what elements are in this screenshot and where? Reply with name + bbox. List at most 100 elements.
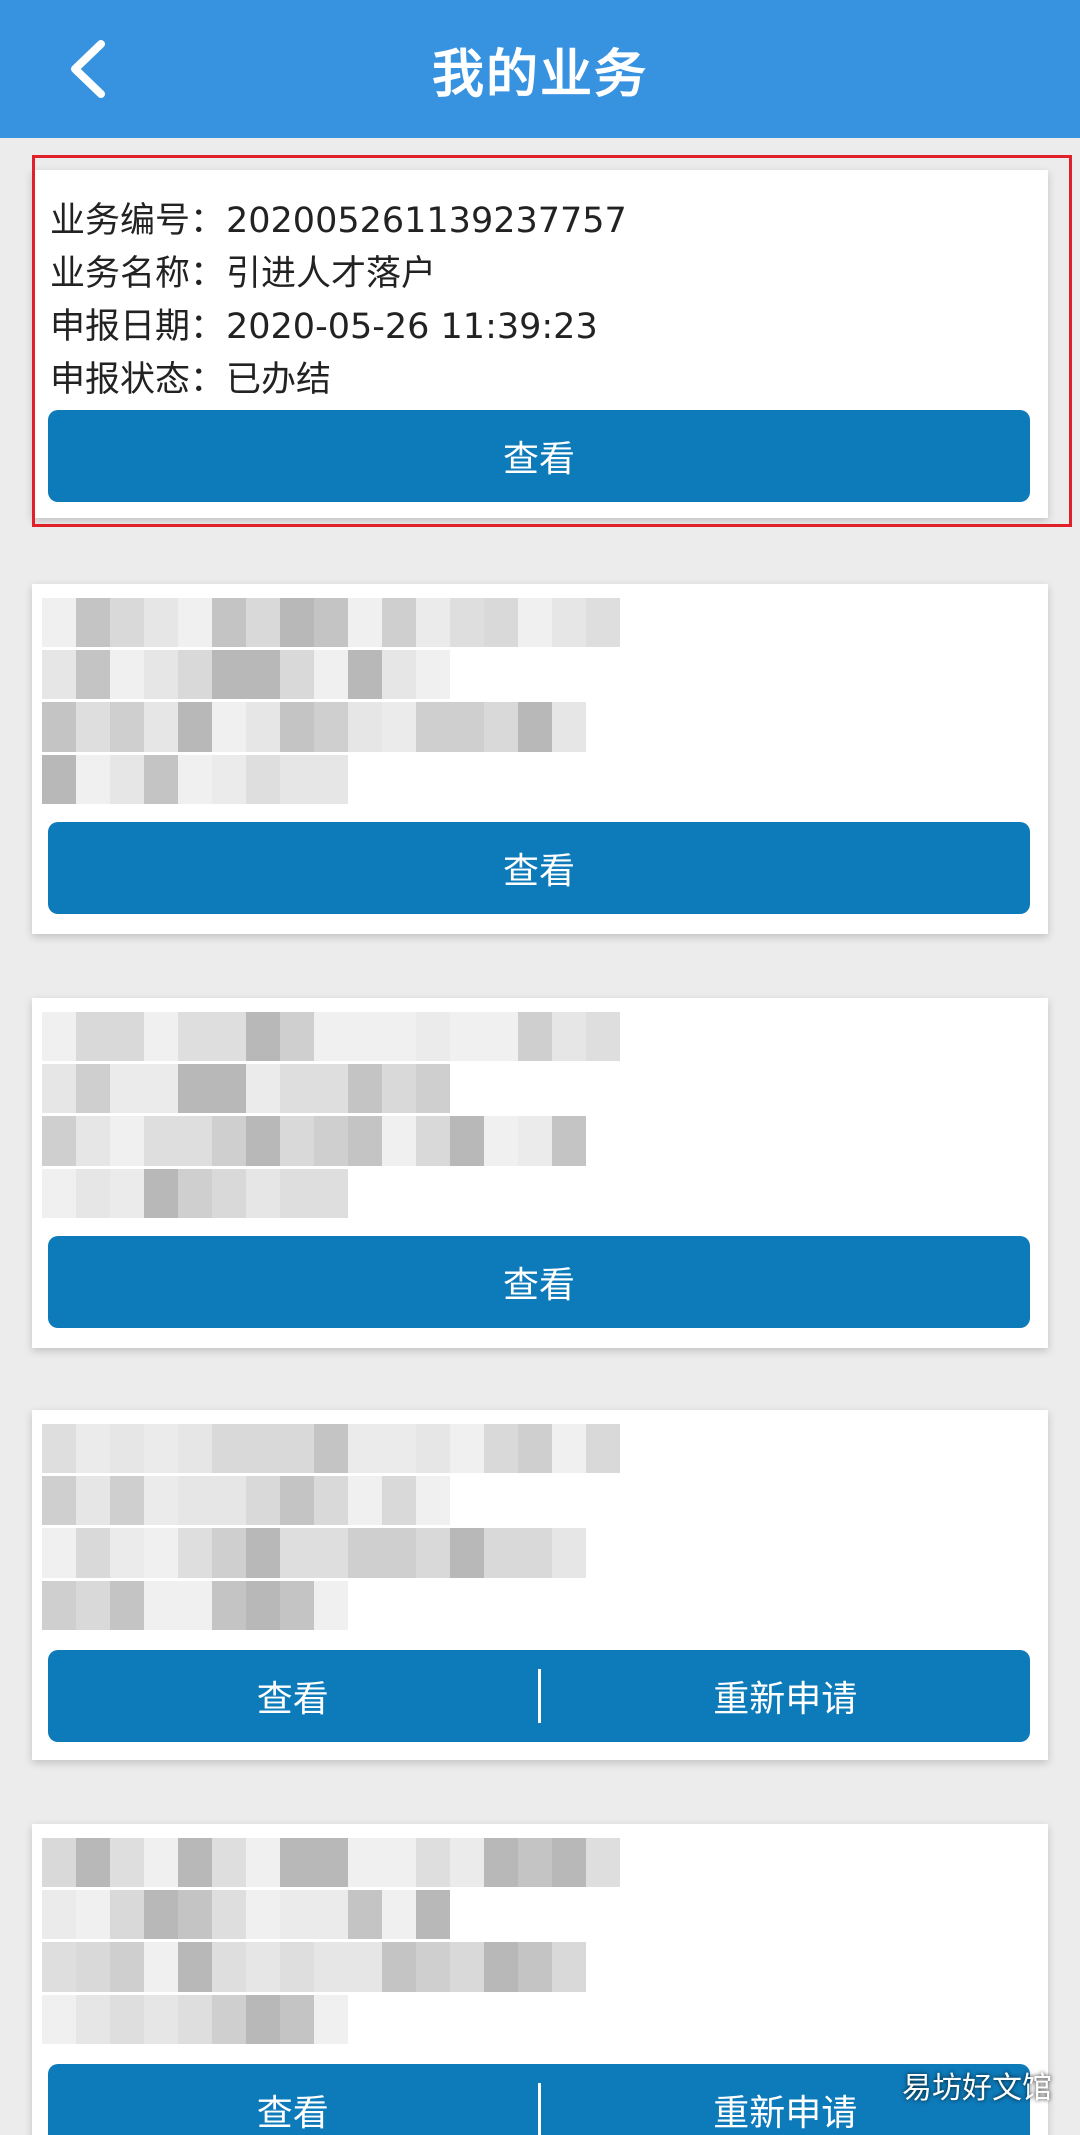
mosaic-pixel <box>178 1476 212 1526</box>
mosaic-pixel <box>586 1424 620 1474</box>
page-title: 我的业务 <box>431 44 648 105</box>
mosaic-pixel <box>76 1580 110 1630</box>
mosaic-pixel <box>280 754 314 804</box>
mosaic-pixel <box>450 1528 484 1578</box>
mosaic-pixel <box>178 1116 212 1166</box>
mosaic-pixel <box>76 754 110 804</box>
mosaic-pixel <box>280 1012 314 1062</box>
business-card: 业务编号： 202005261139237757 业务名称： 引进人才落户 申报… <box>32 170 1048 518</box>
mosaic-pixel <box>110 1890 144 1940</box>
mosaic-pixel <box>144 1476 178 1526</box>
mosaic-pixel <box>76 1528 110 1578</box>
mosaic-pixel <box>246 1168 280 1218</box>
mosaic-pixel <box>280 1994 314 2044</box>
mosaic-pixel <box>280 1890 314 1940</box>
mosaic-pixel <box>76 598 110 648</box>
mosaic-pixel <box>518 598 552 648</box>
apply-date-label: 申报日期： <box>50 307 226 347</box>
mosaic-pixel <box>42 702 76 752</box>
business-number-value: 202005261139237757 <box>226 201 627 241</box>
mosaic-pixel <box>144 754 178 804</box>
mosaic-pixel <box>450 702 484 752</box>
mosaic-pixel <box>348 1116 382 1166</box>
mosaic-pixel <box>246 702 280 752</box>
mosaic-pixel <box>246 1838 280 1888</box>
mosaic-pixel <box>518 1116 552 1166</box>
mosaic-pixel <box>280 598 314 648</box>
mosaic-pixel <box>178 1942 212 1992</box>
mosaic-pixel <box>110 1476 144 1526</box>
reapply-button[interactable]: 重新申请 <box>541 1670 1031 1722</box>
mosaic-pixel <box>246 1012 280 1062</box>
mosaic-pixel <box>518 1942 552 1992</box>
mosaic-pixel <box>42 598 76 648</box>
mosaic-pixel <box>416 650 450 700</box>
mosaic-pixel <box>76 1994 110 2044</box>
mosaic-pixel <box>280 650 314 700</box>
mosaic-pixel <box>212 598 246 648</box>
mosaic-pixel <box>382 702 416 752</box>
view-button[interactable]: 查看 <box>48 822 1030 914</box>
mosaic-pixel <box>76 1064 110 1114</box>
mosaic-pixel <box>144 1528 178 1578</box>
business-info: 业务编号： 202005261139237757 业务名称： 引进人才落户 申报… <box>50 195 627 407</box>
apply-status-row: 申报状态： 已办结 <box>50 354 627 407</box>
blurred-info <box>32 584 672 834</box>
mosaic-pixel <box>518 1012 552 1062</box>
mosaic-pixel <box>212 1994 246 2044</box>
mosaic-pixel <box>42 650 76 700</box>
business-card: 查看 <box>32 584 1048 934</box>
mosaic-pixel <box>178 1580 212 1630</box>
mosaic-pixel <box>178 702 212 752</box>
view-button[interactable]: 查看 <box>48 1236 1030 1328</box>
mosaic-pixel <box>314 1942 348 1992</box>
mosaic-pixel <box>110 650 144 700</box>
mosaic-pixel <box>212 1942 246 1992</box>
top-bar: 我的业务 <box>0 0 1080 138</box>
view-button[interactable]: 查看 <box>48 2084 538 2135</box>
mosaic-pixel <box>382 1064 416 1114</box>
mosaic-pixel <box>110 1838 144 1888</box>
mosaic-pixel <box>144 1012 178 1062</box>
mosaic-pixel <box>450 1012 484 1062</box>
mosaic-pixel <box>348 1838 382 1888</box>
mosaic-pixel <box>246 598 280 648</box>
mosaic-pixel <box>484 598 518 648</box>
mosaic-pixel <box>314 1890 348 1940</box>
mosaic-pixel <box>280 1064 314 1114</box>
mosaic-pixel <box>280 1942 314 1992</box>
mosaic-pixel <box>552 1838 586 1888</box>
mosaic-pixel <box>314 1528 348 1578</box>
mosaic-pixel <box>42 1838 76 1888</box>
view-button[interactable]: 查看 <box>48 410 1030 502</box>
mosaic-pixel <box>518 1838 552 1888</box>
business-card: 查看 <box>32 998 1048 1348</box>
mosaic-pixel <box>348 1476 382 1526</box>
mosaic-pixel <box>212 1168 246 1218</box>
mosaic-pixel <box>450 1424 484 1474</box>
mosaic-pixel <box>178 1890 212 1940</box>
mosaic-pixel <box>348 598 382 648</box>
mosaic-pixel <box>110 1424 144 1474</box>
mosaic-pixel <box>212 1012 246 1062</box>
mosaic-pixel <box>178 1994 212 2044</box>
mosaic-pixel <box>76 1168 110 1218</box>
mosaic-pixel <box>110 1064 144 1114</box>
mosaic-pixel <box>246 754 280 804</box>
mosaic-pixel <box>42 1424 76 1474</box>
mosaic-pixel <box>246 1476 280 1526</box>
mosaic-pixel <box>76 1942 110 1992</box>
mosaic-pixel <box>144 1064 178 1114</box>
mosaic-pixel <box>110 598 144 648</box>
mosaic-pixel <box>212 1424 246 1474</box>
mosaic-pixel <box>42 1580 76 1630</box>
watermark: 易坊好文馆 <box>902 2071 1052 2106</box>
view-button[interactable]: 查看 <box>48 1670 538 1722</box>
business-name-row: 业务名称： 引进人才落户 <box>50 248 627 301</box>
mosaic-pixel <box>348 650 382 700</box>
mosaic-pixel <box>280 1838 314 1888</box>
mosaic-pixel <box>382 1424 416 1474</box>
mosaic-pixel <box>586 1838 620 1888</box>
view-button-label: 查看 <box>502 1265 575 1306</box>
mosaic-pixel <box>42 1064 76 1114</box>
